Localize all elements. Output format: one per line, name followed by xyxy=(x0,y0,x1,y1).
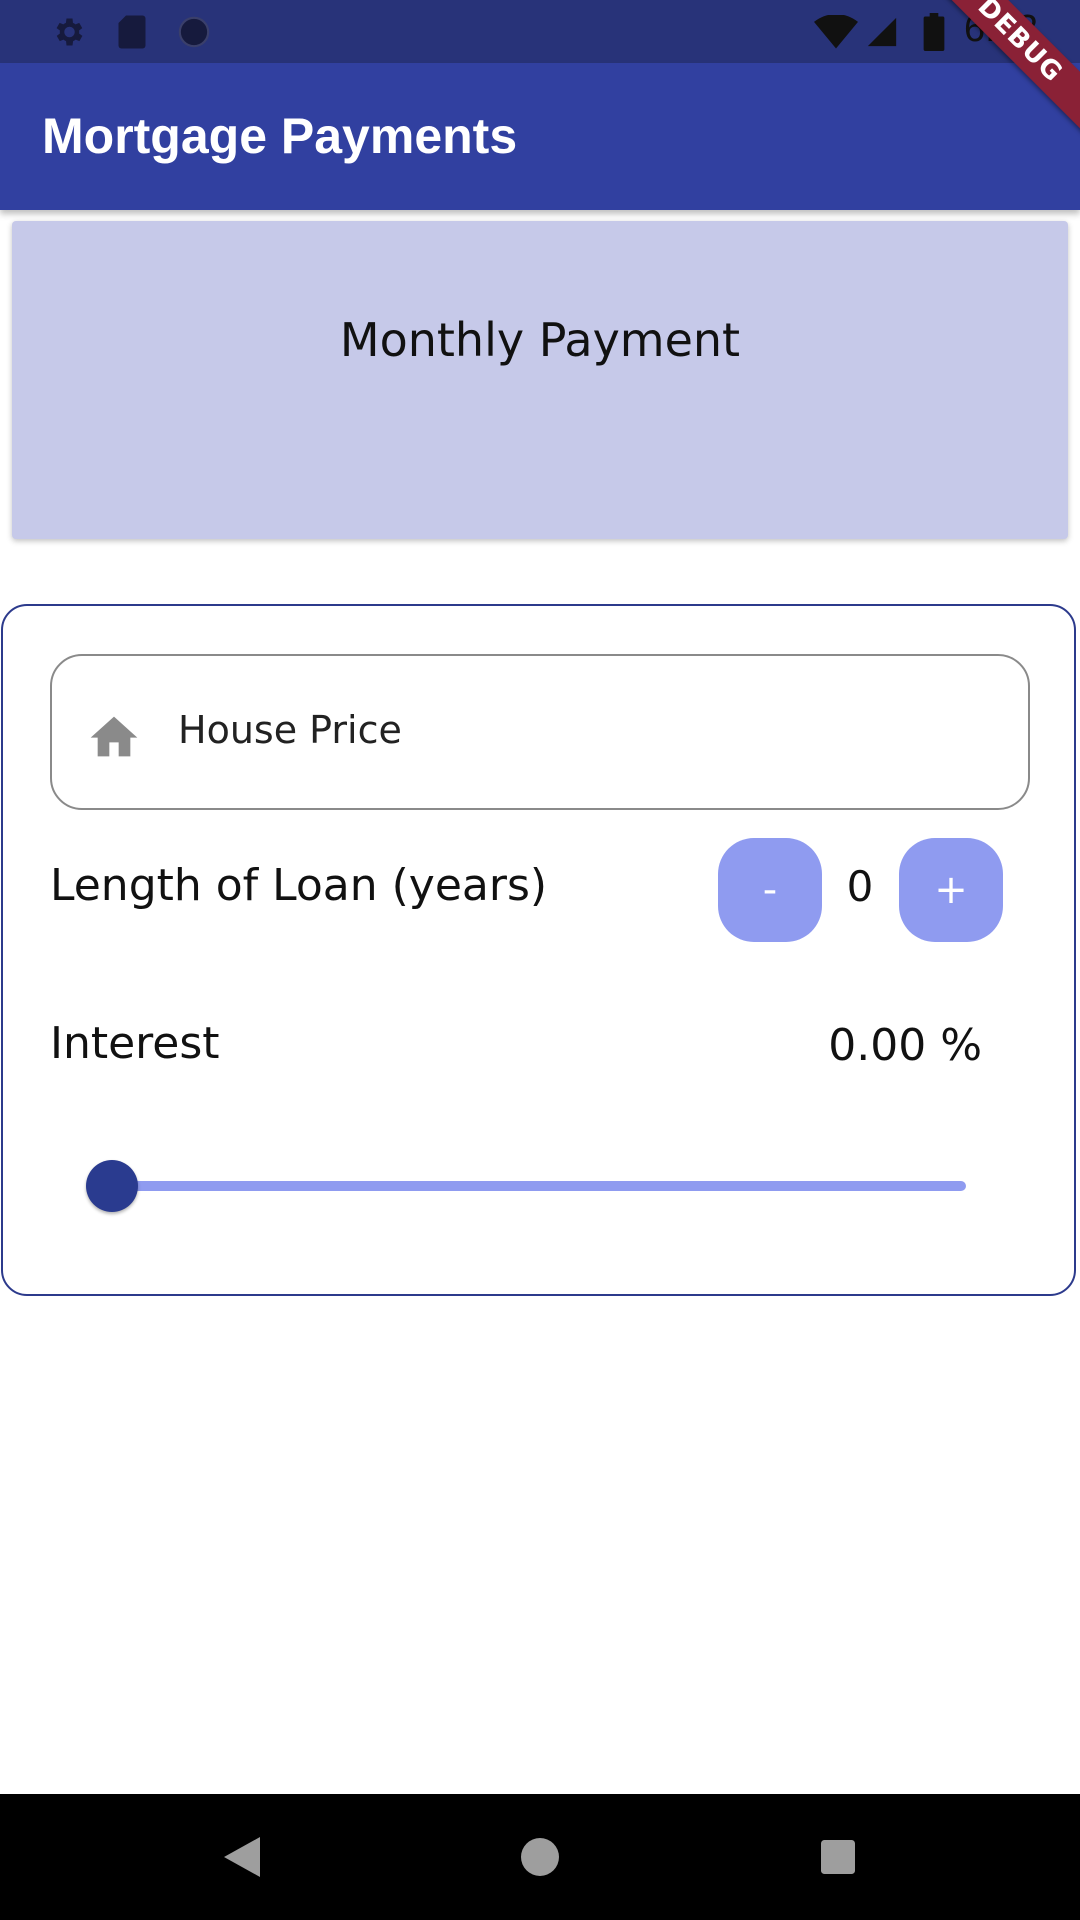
loan-years-value: 0 xyxy=(846,862,874,911)
screen: 6:32 Mortgage Payments DEBUG Monthly Pay… xyxy=(0,0,1080,1920)
back-icon[interactable] xyxy=(209,1824,275,1890)
gear-icon xyxy=(50,14,86,50)
signal-icon xyxy=(864,14,900,50)
home-circle-icon[interactable] xyxy=(507,1824,573,1890)
battery-icon xyxy=(916,13,952,51)
circle-icon xyxy=(176,14,212,50)
slider-thumb[interactable] xyxy=(86,1160,138,1212)
house-price-input[interactable]: House Price xyxy=(50,654,1030,810)
slider-track xyxy=(112,1181,966,1191)
status-bar: 6:32 xyxy=(0,0,1080,63)
navigation-bar xyxy=(0,1794,1080,1920)
app-bar: Mortgage Payments xyxy=(0,63,1080,210)
monthly-payment-title: Monthly Payment xyxy=(339,313,741,367)
loan-length-label: Length of Loan (years) xyxy=(50,860,548,911)
house-price-placeholder: House Price xyxy=(178,708,402,752)
wifi-icon xyxy=(814,14,858,50)
interest-slider[interactable] xyxy=(86,1160,968,1212)
home-icon xyxy=(86,706,142,760)
app-title: Mortgage Payments xyxy=(42,108,518,164)
interest-label: Interest xyxy=(50,1018,220,1069)
decrement-years-button[interactable]: - xyxy=(718,838,822,942)
interest-value: 0.00 % xyxy=(828,1020,982,1071)
monthly-payment-card: Monthly Payment xyxy=(12,221,1068,539)
recents-icon[interactable] xyxy=(805,1824,871,1890)
increment-years-button[interactable]: + xyxy=(899,838,1003,942)
sd-card-icon xyxy=(114,14,150,50)
